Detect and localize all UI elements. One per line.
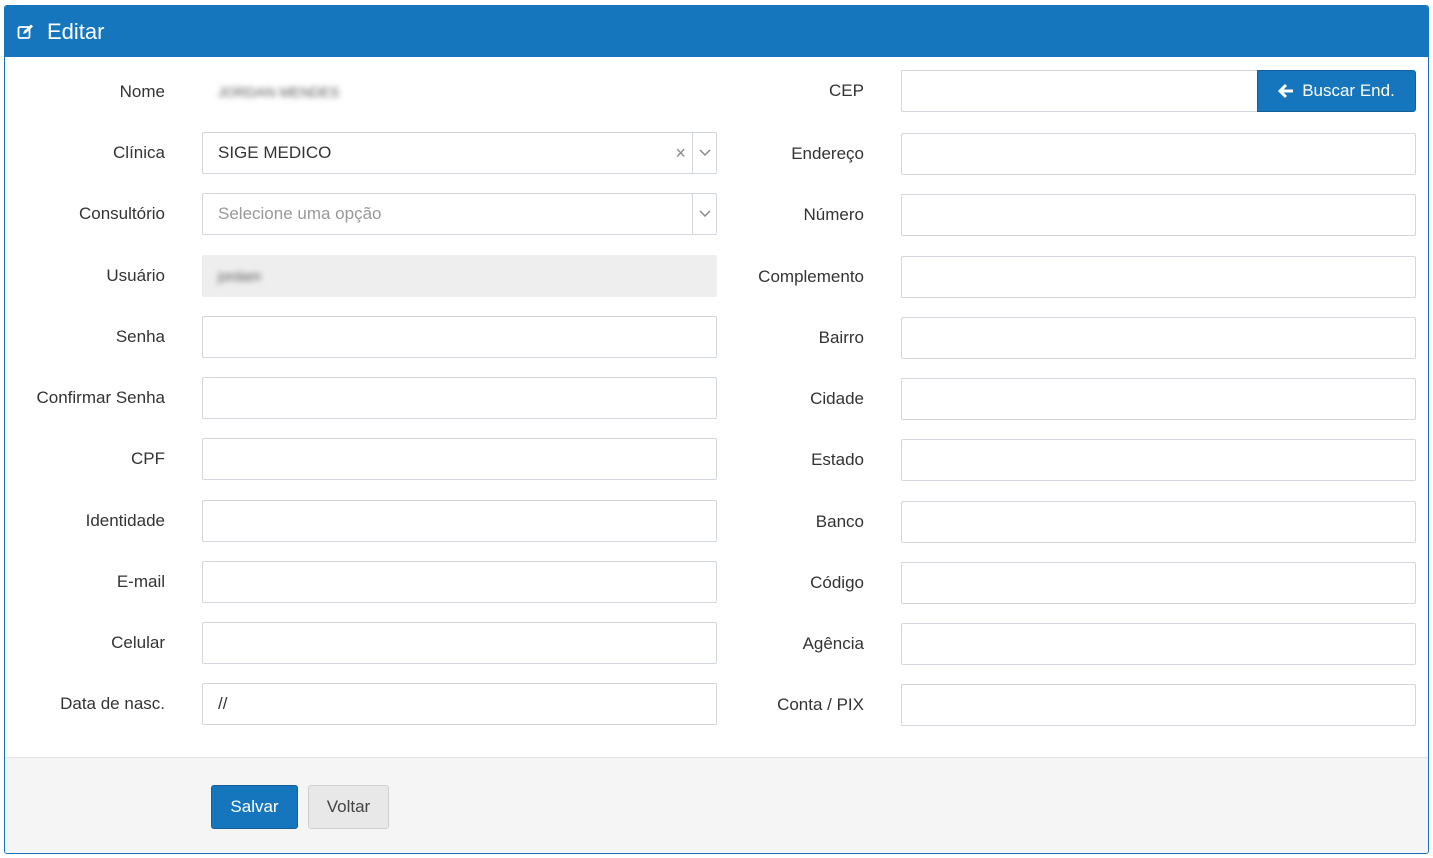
label-numero: Número: [803, 205, 864, 224]
panel-header: Editar: [5, 6, 1428, 57]
label-identidade: Identidade: [85, 511, 165, 530]
celular-input[interactable]: [202, 622, 717, 664]
label-codigo: Código: [810, 573, 864, 592]
clinica-value: SIGE MEDICO: [218, 143, 332, 162]
form-row-estado: Estado: [725, 439, 1428, 481]
cpf-input[interactable]: [202, 438, 717, 480]
form-footer: Salvar Voltar: [5, 757, 1428, 853]
form-row-confirmar-senha: Confirmar Senha: [5, 377, 725, 419]
email-input[interactable]: [202, 561, 717, 603]
clinica-select[interactable]: SIGE MEDICO ×: [202, 132, 717, 174]
chevron-down-icon[interactable]: [692, 133, 716, 173]
conta-pix-input[interactable]: [901, 684, 1416, 726]
label-clinica: Clínica: [113, 143, 165, 162]
form-row-cep: CEP Buscar End.: [725, 70, 1428, 112]
numero-input[interactable]: [901, 194, 1416, 236]
nome-input[interactable]: JORDAN MENDES: [202, 71, 717, 113]
form-row-conta-pix: Conta / PIX: [725, 684, 1428, 726]
form-row-numero: Número: [725, 194, 1428, 236]
usuario-input: jordam: [202, 255, 717, 297]
cep-group: Buscar End.: [901, 70, 1416, 112]
form-row-endereco: Endereço: [725, 133, 1428, 175]
label-complemento: Complemento: [758, 267, 864, 286]
label-data-nasc: Data de nasc.: [60, 694, 165, 713]
form-row-complemento: Complemento: [725, 256, 1428, 298]
consultorio-placeholder: Selecione uma opção: [218, 204, 382, 223]
form-row-data-nasc: Data de nasc. //: [5, 683, 725, 725]
form-row-agencia: Agência: [725, 623, 1428, 665]
page-title: Editar: [47, 18, 105, 44]
chevron-down-icon[interactable]: [692, 194, 716, 234]
form-row-banco: Banco: [725, 501, 1428, 543]
cidade-input[interactable]: [901, 378, 1416, 420]
form-row-codigo: Código: [725, 562, 1428, 604]
edit-panel: Editar Nome JORDAN MENDES Clínica SIGE M…: [4, 5, 1429, 854]
form-row-bairro: Bairro: [725, 317, 1428, 359]
label-banco: Banco: [815, 512, 864, 531]
save-button[interactable]: Salvar: [211, 785, 298, 829]
consultorio-select[interactable]: Selecione uma opção: [202, 193, 717, 235]
form-row-senha: Senha: [5, 316, 725, 358]
label-email: E-mail: [116, 572, 165, 591]
clear-icon[interactable]: ×: [675, 133, 686, 173]
buscar-endereco-label: Buscar End.: [1302, 81, 1395, 100]
banco-input[interactable]: [901, 501, 1416, 543]
form-row-usuario: Usuário jordam: [5, 255, 725, 297]
back-button[interactable]: Voltar: [308, 785, 389, 829]
cep-input[interactable]: [901, 70, 1258, 112]
form-row-celular: Celular: [5, 622, 725, 664]
form-row-cpf: CPF: [5, 438, 725, 480]
form-row-nome: Nome JORDAN MENDES: [5, 71, 725, 113]
label-consultorio: Consultório: [79, 204, 165, 223]
identidade-input[interactable]: [202, 500, 717, 542]
codigo-input[interactable]: [901, 562, 1416, 604]
label-nome: Nome: [119, 82, 165, 101]
arrow-left-icon: [1278, 83, 1294, 99]
data-nasc-input[interactable]: //: [202, 683, 717, 725]
senha-input[interactable]: [202, 316, 717, 358]
label-celular: Celular: [111, 633, 165, 652]
bairro-input[interactable]: [901, 317, 1416, 359]
label-bairro: Bairro: [818, 328, 864, 347]
complemento-input[interactable]: [901, 256, 1416, 298]
form-row-clinica: Clínica SIGE MEDICO ×: [5, 132, 725, 174]
nome-value: JORDAN MENDES: [218, 84, 340, 100]
form-row-identidade: Identidade: [5, 500, 725, 542]
edit-icon: [17, 23, 35, 41]
endereco-input[interactable]: [901, 133, 1416, 175]
label-cpf: CPF: [131, 449, 165, 468]
label-cidade: Cidade: [810, 389, 864, 408]
data-nasc-value: //: [218, 694, 228, 713]
label-agencia: Agência: [802, 634, 864, 653]
label-conta-pix: Conta / PIX: [777, 695, 864, 714]
estado-input[interactable]: [901, 439, 1416, 481]
label-senha: Senha: [115, 327, 165, 346]
label-estado: Estado: [811, 450, 864, 469]
label-cep: CEP: [829, 81, 864, 100]
form-row-cidade: Cidade: [725, 378, 1428, 420]
form-row-email: E-mail: [5, 561, 725, 603]
label-confirmar-senha: Confirmar Senha: [36, 388, 165, 407]
buscar-endereco-button[interactable]: Buscar End.: [1257, 70, 1416, 112]
agencia-input[interactable]: [901, 623, 1416, 665]
confirmar-senha-input[interactable]: [202, 377, 717, 419]
label-endereco: Endereço: [791, 144, 864, 163]
label-usuario: Usuário: [106, 266, 165, 285]
form-row-consultorio: Consultório Selecione uma opção: [5, 193, 725, 235]
usuario-value: jordam: [218, 268, 261, 284]
